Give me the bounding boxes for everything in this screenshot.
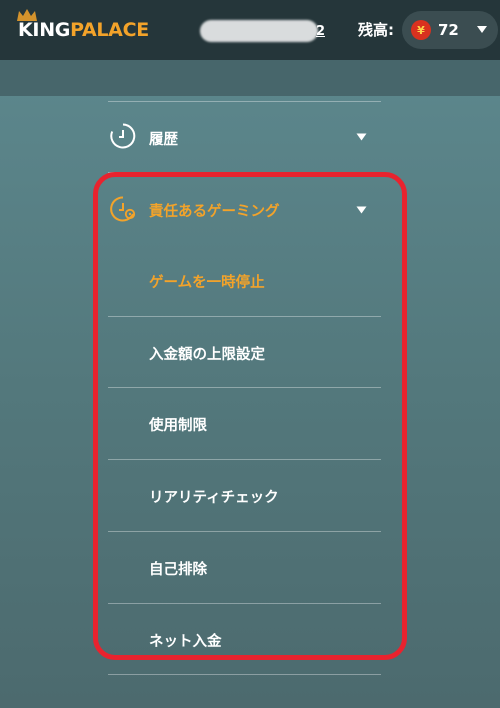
logo-palace-text: PALACE	[70, 19, 149, 41]
chevron-down-icon	[477, 26, 487, 33]
balance-label: 残高:	[358, 21, 394, 39]
chevron-down-icon	[356, 133, 367, 141]
menu-divider	[108, 674, 381, 675]
logo-king-text: KING	[18, 19, 71, 41]
clock-icon	[110, 123, 136, 149]
username-link[interactable]: 2	[200, 20, 325, 42]
sub-header-bar	[0, 60, 500, 96]
yen-coin-icon: ¥	[411, 20, 431, 40]
top-bar: KINGPALACE 2 残高: ¥ 72	[0, 0, 500, 60]
crown-icon	[17, 9, 37, 21]
balance-dropdown[interactable]: ¥ 72	[402, 11, 498, 49]
menu-item-history[interactable]: 履歴	[108, 102, 381, 172]
menu-item-history-label: 履歴	[149, 132, 178, 148]
brand-logo[interactable]: KINGPALACE	[17, 9, 149, 45]
username-visible-tail: 2	[315, 23, 325, 39]
balance-value: 72	[438, 21, 459, 39]
username-redacted	[200, 20, 318, 42]
highlight-annotation-box	[93, 172, 407, 660]
